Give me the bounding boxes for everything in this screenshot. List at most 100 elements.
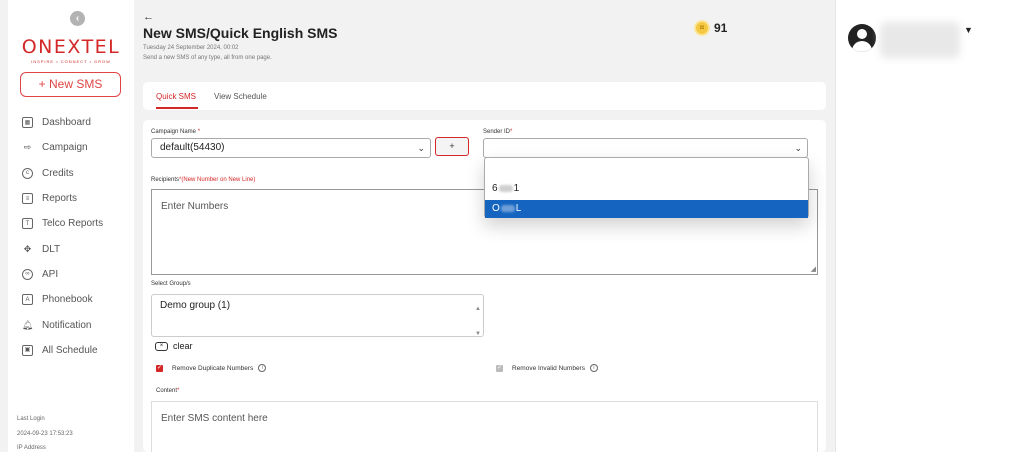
campaign-name-label: Campaign Name * xyxy=(151,129,200,135)
redacted-text xyxy=(500,204,515,212)
remove-duplicate-label: Remove Duplicate Numbers xyxy=(172,364,254,372)
sidebar-item-label: Telco Reports xyxy=(42,218,104,230)
logo: ONEXTEL INSPIRE • CONNECT • GROW xyxy=(15,37,127,64)
content-placeholder: Enter SMS content here xyxy=(161,413,268,424)
logo-tagline: INSPIRE • CONNECT • GROW xyxy=(31,59,111,64)
logo-brand: ONEXTEL xyxy=(21,36,121,58)
sidebar-item-credits[interactable]: c Credits xyxy=(22,161,132,186)
sidebar-item-label: Credits xyxy=(42,167,74,179)
tab-view-schedule[interactable]: View Schedule xyxy=(214,92,267,101)
sender-id-option-suffix: 1 xyxy=(513,183,520,194)
back-arrow-icon[interactable]: ← xyxy=(143,11,154,23)
sidebar-item-label: Notification xyxy=(42,319,92,331)
add-campaign-button[interactable]: + xyxy=(435,137,469,156)
sidebar: ‹ ONEXTEL INSPIRE • CONNECT • GROW + New… xyxy=(8,0,134,452)
sidebar-item-label: Reports xyxy=(42,193,78,205)
campaign-name-value: default(54430) xyxy=(160,142,225,153)
required-mark: * xyxy=(197,129,201,135)
avatar[interactable] xyxy=(848,24,876,52)
page-title: New SMS/Quick English SMS xyxy=(143,25,338,41)
required-mark: * xyxy=(177,388,180,394)
remove-duplicate-checkbox[interactable]: ✓ xyxy=(156,364,163,372)
redacted-text xyxy=(498,184,513,192)
credits-icon: c xyxy=(22,167,33,179)
sidebar-item-notification[interactable]: 🔔︎ Notification xyxy=(22,312,132,337)
resize-handle-icon[interactable]: ◢ xyxy=(811,265,816,273)
sender-id-option[interactable]: 61 xyxy=(485,180,808,198)
bell-icon: 🔔︎ xyxy=(21,319,34,330)
recipients-placeholder: Enter Numbers xyxy=(161,201,229,212)
sidebar-item-all-schedule[interactable]: ▣ All Schedule xyxy=(22,338,132,363)
select-groups-label: Select Group/s xyxy=(151,281,191,287)
sidebar-item-label: DLT xyxy=(42,243,61,255)
recipients-label: Recipients*(New Number on New Line) xyxy=(151,177,255,183)
ip-address-label: IP Address xyxy=(17,445,46,451)
last-login-info: Last Login 2024-09-23 17:53:23 IP Addres… xyxy=(17,412,73,452)
sidebar-item-reports[interactable]: ≡ Reports xyxy=(22,186,132,211)
sidebar-item-campaign[interactable]: ⇨ Campaign xyxy=(22,135,132,160)
tab-quick-sms[interactable]: Quick SMS xyxy=(156,92,196,101)
chevron-down-icon: ⌄ xyxy=(417,143,425,153)
coin-icon: ¤ xyxy=(694,20,710,36)
dashboard-icon: ▦ xyxy=(22,117,33,129)
sender-id-option-selected[interactable]: OL xyxy=(485,200,808,218)
credits-balance: ¤ 91 xyxy=(694,20,727,36)
info-icon[interactable]: i xyxy=(258,364,267,372)
clear-icon: × xyxy=(155,341,168,351)
avatar-head xyxy=(857,29,867,39)
redacted-user-name xyxy=(880,22,960,58)
sidebar-item-api[interactable]: ∞ API xyxy=(22,262,132,287)
remove-invalid-option: ✓ Remove Invalid Numbers i xyxy=(496,364,598,372)
recipients-hint: (New Number on New Line) xyxy=(181,177,256,183)
page-subtitle: Send a new SMS of any type, all from one… xyxy=(143,55,272,61)
user-panel: ▼ xyxy=(835,0,1024,452)
collapse-sidebar-icon[interactable]: ‹ xyxy=(70,11,85,26)
content-textarea[interactable]: Enter SMS content here xyxy=(151,401,818,452)
sender-id-select[interactable]: ⌄ xyxy=(483,138,808,158)
move-icon: ✥ xyxy=(23,243,32,254)
last-login-value: 2024-09-23 17:53:23 xyxy=(17,430,73,437)
sender-id-option-text: 6 xyxy=(492,183,498,194)
telco-reports-icon: T xyxy=(22,218,33,230)
sidebar-item-dlt[interactable]: ✥ DLT xyxy=(22,236,132,261)
chevron-down-icon: ⌄ xyxy=(794,143,802,153)
phonebook-icon: A xyxy=(22,294,33,306)
sidebar-item-label: Campaign xyxy=(42,142,88,154)
clear-label: clear xyxy=(173,341,193,351)
clipboard-icon: ≡ xyxy=(22,193,33,205)
group-option[interactable]: Demo group (1) xyxy=(160,300,475,311)
clear-groups-button[interactable]: × clear xyxy=(155,341,193,351)
sidebar-item-dashboard[interactable]: ▦ Dashboard xyxy=(22,110,132,135)
credits-value: 91 xyxy=(714,21,728,35)
sender-id-option-suffix: L xyxy=(515,203,522,214)
groups-listbox[interactable]: Demo group (1) ▲ ▼ xyxy=(151,294,484,337)
content-label-text: Content xyxy=(156,388,178,394)
campaign-name-select[interactable]: default(54430) ⌄ xyxy=(151,138,431,158)
info-icon[interactable]: i xyxy=(589,364,598,372)
remove-invalid-label: Remove Invalid Numbers xyxy=(512,364,585,372)
remove-duplicate-option: ✓ Remove Duplicate Numbers i xyxy=(156,364,267,372)
api-icon: ∞ xyxy=(22,268,33,280)
sidebar-item-label: API xyxy=(42,268,59,280)
sender-id-dropdown: 61 OL xyxy=(484,157,809,218)
remove-invalid-checkbox[interactable]: ✓ xyxy=(496,364,503,372)
last-login-label: Last Login xyxy=(17,416,45,422)
campaign-name-label-text: Campaign Name xyxy=(151,129,197,135)
megaphone-icon: ⇨ xyxy=(23,142,32,153)
tabs-bar: Quick SMS View Schedule xyxy=(143,82,826,110)
sidebar-item-phonebook[interactable]: A Phonebook xyxy=(22,287,132,312)
schedule-icon: ▣ xyxy=(22,344,33,356)
active-tab-indicator xyxy=(156,107,198,109)
avatar-body xyxy=(852,41,872,52)
sidebar-nav: ▦ Dashboard ⇨ Campaign c Credits ≡ Repor… xyxy=(22,110,132,363)
caret-down-icon[interactable]: ▼ xyxy=(964,25,973,35)
sidebar-item-label: Dashboard xyxy=(42,117,91,129)
new-sms-button[interactable]: + New SMS xyxy=(20,72,121,97)
sender-id-label: Sender ID* xyxy=(483,129,512,135)
sidebar-item-telco-reports[interactable]: T Telco Reports xyxy=(22,211,132,236)
page-date: Tuesday 24 September 2024, 00:02 xyxy=(143,45,239,51)
required-mark: * xyxy=(510,129,513,135)
content-label: Content* xyxy=(156,388,179,394)
sidebar-item-label: Phonebook xyxy=(42,294,93,306)
listbox-scrollbar[interactable]: ▲ ▼ xyxy=(475,297,481,347)
